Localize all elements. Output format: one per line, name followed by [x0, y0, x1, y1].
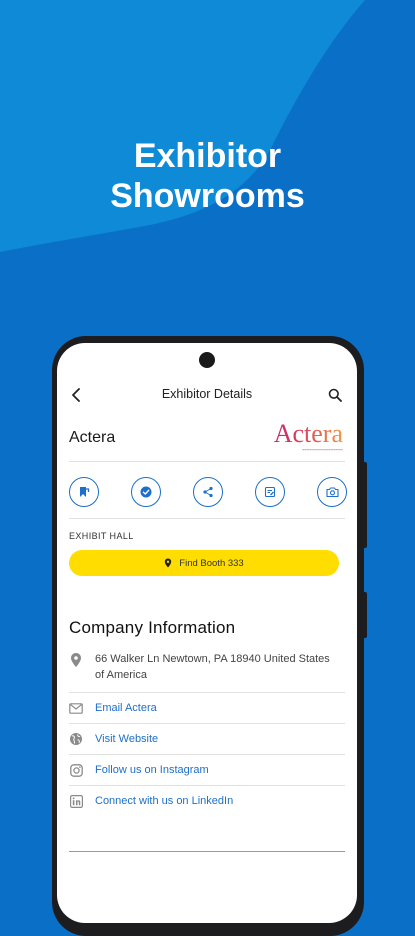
address-divider [69, 692, 345, 693]
logo-wordmark: Actera [261, 421, 343, 447]
camera-icon [325, 487, 339, 498]
logo-tagline: ━━━━━━━━━━━━━━━━━ [302, 448, 343, 452]
photo-button[interactable] [317, 477, 347, 507]
bottom-divider [69, 851, 345, 852]
page-title: Exhibitor Details [161, 387, 253, 401]
company-info-heading: Company Information [69, 618, 236, 637]
exhibit-hall-label: EXHIBIT HALL [69, 531, 134, 541]
promo-title-line2: Showrooms [110, 177, 305, 215]
share-button[interactable] [193, 477, 223, 507]
address-text: 66 Walker Ln Newtown, PA 18940 United St… [95, 653, 330, 681]
linkedin-icon [69, 794, 83, 808]
exhibitor-name: Actera [69, 429, 116, 446]
email-icon [69, 702, 83, 714]
email-divider [69, 723, 345, 724]
share-icon [203, 486, 213, 498]
promo-title-line1: Exhibitor [133, 137, 282, 175]
actions-divider [69, 518, 345, 519]
exhibitor-logo: Actera ━━━━━━━━━━━━━━━━━ [261, 421, 343, 457]
bookmark-icon [80, 487, 90, 497]
website-link[interactable]: Visit Website [69, 725, 345, 753]
find-booth-button[interactable]: Find Booth 333 [69, 550, 339, 576]
app-bar: Exhibitor Details [57, 381, 357, 411]
action-bar [69, 477, 347, 511]
globe-icon [69, 732, 83, 746]
header-divider [69, 461, 345, 462]
instagram-icon [69, 763, 83, 777]
email-link-label: Email Actera [95, 702, 157, 714]
location-pin-icon [165, 558, 172, 568]
bookmark-button[interactable] [69, 477, 99, 507]
website-link-label: Visit Website [95, 733, 159, 745]
phone-screen: Exhibitor Details Actera Actera ━━━━━━━━… [57, 343, 357, 923]
instagram-link[interactable]: Follow us on Instagram [69, 756, 345, 784]
find-booth-label: Find Booth 333 [179, 557, 244, 569]
check-circle-icon [140, 486, 152, 498]
promo-title: Exhibitor Showrooms [0, 136, 415, 216]
visited-button[interactable] [131, 477, 161, 507]
front-camera [199, 352, 215, 368]
instagram-link-label: Follow us on Instagram [95, 764, 209, 776]
location-pin-icon [71, 653, 81, 667]
notes-button[interactable] [255, 477, 285, 507]
email-link[interactable]: Email Actera [69, 694, 345, 722]
note-icon [264, 486, 276, 498]
search-icon [328, 388, 342, 402]
search-button[interactable] [325, 385, 345, 405]
website-divider [69, 754, 345, 755]
linkedin-link[interactable]: Connect with us on LinkedIn [69, 787, 345, 815]
linkedin-link-label: Connect with us on LinkedIn [95, 795, 234, 807]
address-row: 66 Walker Ln Newtown, PA 18940 United St… [69, 651, 339, 683]
instagram-divider [69, 785, 345, 786]
